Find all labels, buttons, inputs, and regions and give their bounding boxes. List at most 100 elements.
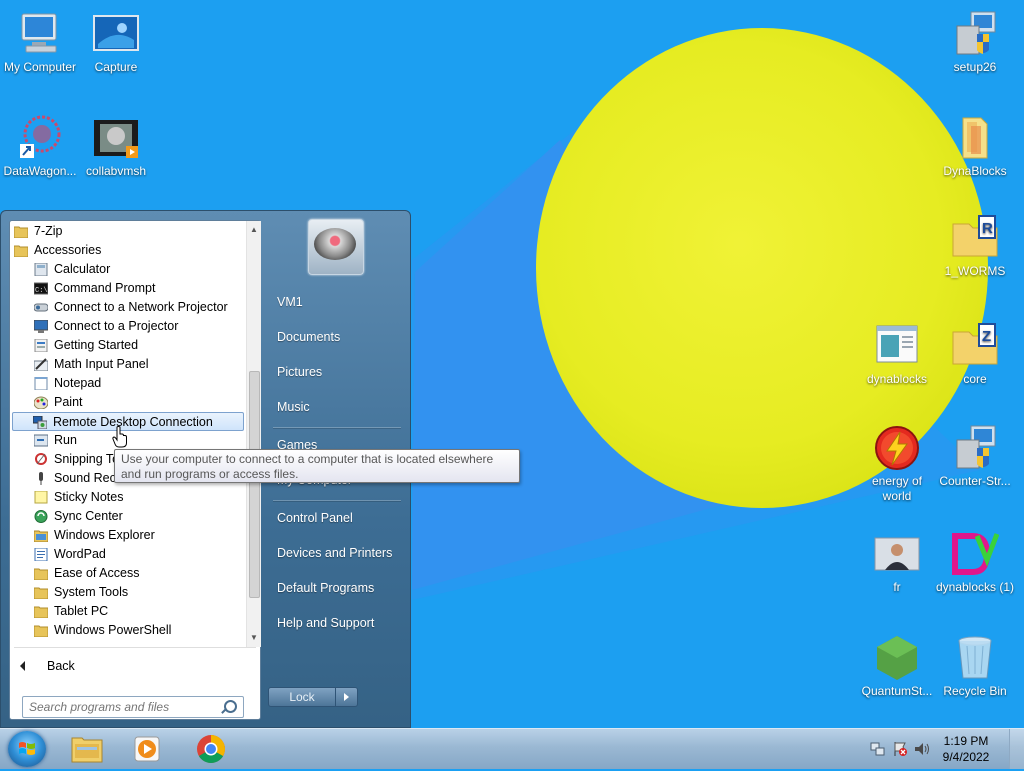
photo-icon <box>873 530 921 578</box>
svg-text:Z: Z <box>982 328 991 345</box>
start-button[interactable] <box>8 731 46 767</box>
start-link-default-programs[interactable]: Default Programs <box>277 581 374 595</box>
chrome-icon <box>197 735 225 763</box>
program-item-getting-started[interactable]: Getting Started <box>12 336 244 355</box>
desktop-icon-dynablocks-1[interactable]: dynablocks (1) <box>935 530 1015 595</box>
back-button[interactable]: Back <box>20 659 75 673</box>
desktop-icon-fr[interactable]: fr <box>857 530 937 595</box>
chrome-taskbar-button[interactable] <box>188 732 234 766</box>
separator <box>14 647 256 648</box>
program-item-system-tools[interactable]: System Tools <box>12 583 244 602</box>
start-link-music[interactable]: Music <box>277 400 310 414</box>
folder-icon <box>951 114 999 162</box>
desktop-icon-collabvmsh[interactable]: collabvmsh <box>76 114 156 179</box>
clock-time[interactable]: 1:19 PM <box>936 734 996 748</box>
start-link-help-support[interactable]: Help and Support <box>277 616 374 630</box>
program-item-7zip[interactable]: 7-Zip <box>12 222 244 241</box>
desktop-icon-recycle-bin[interactable]: Recycle Bin <box>935 634 1015 699</box>
back-arrow-icon <box>20 661 25 671</box>
desktop-icon-my-computer[interactable]: My Computer <box>0 10 80 75</box>
taskbar: 1:19 PM 9/4/2022 <box>0 728 1024 769</box>
computer-icon <box>16 10 64 58</box>
program-item-paint[interactable]: Paint <box>12 393 244 412</box>
webpage-icon <box>873 322 921 370</box>
volume-icon[interactable] <box>914 741 930 757</box>
folder-icon <box>33 567 49 581</box>
network-projector-icon <box>33 301 49 314</box>
search-icon[interactable] <box>224 700 237 713</box>
installer-icon <box>951 10 999 58</box>
shutdown-options-arrow-icon[interactable] <box>336 687 358 707</box>
folder-icon <box>13 244 29 258</box>
program-item-notepad[interactable]: Notepad <box>12 374 244 393</box>
start-link-control-panel[interactable]: Control Panel <box>277 511 353 525</box>
folder-icon <box>13 225 29 239</box>
media-player-icon <box>134 736 160 762</box>
desktop-icon-datawagon[interactable]: DataWagon... <box>0 114 80 179</box>
tooltip: Use your computer to connect to a comput… <box>114 449 520 483</box>
desktop-icon-energy-of-world[interactable]: energy of world <box>857 424 937 504</box>
program-item-ease-of-access[interactable]: Ease of Access <box>12 564 244 583</box>
separator <box>273 500 401 502</box>
show-desktop-button[interactable] <box>1009 729 1024 769</box>
desktop-icon-setup26[interactable]: setup26 <box>935 10 1015 75</box>
svg-text:C:\: C:\ <box>35 287 48 295</box>
program-list-scrollbar[interactable]: ▲ ▼ <box>246 221 261 647</box>
program-item-accessories[interactable]: Accessories <box>12 241 244 260</box>
program-item-calculator[interactable]: Calculator <box>12 260 244 279</box>
program-item-projector[interactable]: Connect to a Projector <box>12 317 244 336</box>
desktop-icon-quantumst[interactable]: QuantumSt... <box>857 634 937 699</box>
desktop-icon-core[interactable]: Z core <box>935 322 1015 387</box>
desktop-icon-dynablocks[interactable]: dynablocks <box>857 322 937 387</box>
sync-icon <box>34 510 48 523</box>
desktop-icon-counter-strike[interactable]: Counter-Str... <box>935 424 1015 489</box>
start-link-devices-printers[interactable]: Devices and Printers <box>277 546 392 560</box>
network-icon[interactable] <box>870 741 886 757</box>
lightning-icon <box>873 424 921 472</box>
search-input[interactable] <box>29 699 219 715</box>
projector-icon <box>33 319 49 333</box>
program-item-network-projector[interactable]: Connect to a Network Projector <box>12 298 244 317</box>
action-center-flag-icon[interactable] <box>892 741 908 757</box>
start-link-pictures[interactable]: Pictures <box>277 365 322 379</box>
folder-icon <box>33 624 49 638</box>
folder-icon <box>33 586 49 600</box>
math-input-icon <box>33 358 49 372</box>
run-icon <box>33 434 49 447</box>
start-link-vm1[interactable]: VM1 <box>277 295 303 309</box>
search-box[interactable] <box>22 696 244 718</box>
clock-date[interactable]: 9/4/2022 <box>936 750 996 764</box>
lock-button[interactable]: Lock <box>268 687 336 707</box>
explorer-folder-icon <box>71 737 103 763</box>
scrollbar-thumb[interactable] <box>249 371 260 598</box>
system-tray: 1:19 PM 9/4/2022 <box>864 729 1024 769</box>
program-item-windows-explorer[interactable]: Windows Explorer <box>12 526 244 545</box>
program-item-remote-desktop[interactable]: Remote Desktop Connection <box>12 412 244 431</box>
program-item-windows-powershell[interactable]: Windows PowerShell <box>12 621 244 640</box>
explorer-icon <box>33 529 49 543</box>
start-link-documents[interactable]: Documents <box>277 330 340 344</box>
scroll-up-arrow-icon[interactable]: ▲ <box>247 223 261 237</box>
desktop-icon-1-worms[interactable]: R 1_WORMS <box>935 214 1015 279</box>
paint-icon <box>33 396 49 410</box>
hexagon-icon <box>873 634 921 682</box>
program-list: 7-Zip Accessories Calculator C:\ Command… <box>10 221 246 647</box>
archive-folder-icon: R <box>951 214 999 262</box>
sticky-notes-icon <box>34 490 48 504</box>
program-item-math-input-panel[interactable]: Math Input Panel <box>12 355 244 374</box>
program-item-wordpad[interactable]: WordPad <box>12 545 244 564</box>
program-item-run[interactable]: Run <box>12 431 244 450</box>
program-item-command-prompt[interactable]: C:\ Command Prompt <box>12 279 244 298</box>
program-item-tablet-pc[interactable]: Tablet PC <box>12 602 244 621</box>
program-item-sticky-notes[interactable]: Sticky Notes <box>12 488 244 507</box>
getting-started-icon <box>34 338 48 353</box>
program-item-sync-center[interactable]: Sync Center <box>12 507 244 526</box>
zip-folder-icon: Z <box>951 322 999 370</box>
desktop-icon-dynablocks-folder[interactable]: DynaBlocks <box>935 114 1015 179</box>
separator <box>273 427 401 429</box>
scroll-down-arrow-icon[interactable]: ▼ <box>247 631 261 645</box>
windows-explorer-taskbar-button[interactable] <box>64 732 110 766</box>
media-player-taskbar-button[interactable] <box>124 732 170 766</box>
user-picture[interactable] <box>308 219 364 275</box>
desktop-icon-capture[interactable]: Capture <box>76 10 156 75</box>
